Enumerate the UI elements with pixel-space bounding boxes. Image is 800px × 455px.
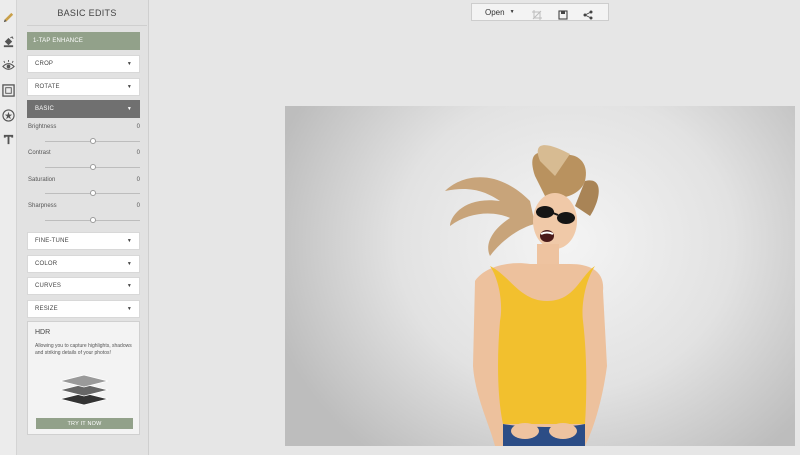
- slider-name: Saturation: [28, 177, 56, 183]
- section-label: RESIZE: [35, 306, 58, 312]
- hdr-title: HDR: [35, 329, 51, 336]
- slider-thumb[interactable]: [89, 190, 96, 196]
- top-toolbar: Open ▼: [471, 3, 609, 21]
- one-tap-enhance-button[interactable]: 1-TAP ENHANCE: [27, 32, 140, 50]
- share-icon[interactable]: [583, 7, 593, 20]
- saturation-label: Saturation 0: [28, 177, 140, 183]
- section-crop[interactable]: CROP ▼: [27, 55, 140, 73]
- slider-name: Brightness: [28, 124, 57, 130]
- sharpness-slider[interactable]: [45, 217, 140, 223]
- try-it-now-button[interactable]: TRY IT NOW: [36, 418, 133, 429]
- tool-rail: [0, 0, 17, 455]
- slider-value: 0: [136, 203, 140, 209]
- section-label: CURVES: [35, 283, 62, 289]
- hdr-promo: HDR Allowing you to capture highlights, …: [27, 321, 140, 435]
- open-label: Open: [485, 7, 505, 17]
- chevron-down-icon: ▼: [126, 261, 132, 267]
- section-label: FINE-TUNE: [35, 238, 69, 244]
- photo-canvas[interactable]: [285, 106, 795, 446]
- section-label: COLOR: [35, 261, 58, 267]
- panel-title: BASIC EDITS: [27, 0, 147, 26]
- chevron-down-icon: ▼: [509, 9, 515, 15]
- star-icon[interactable]: [1, 108, 16, 123]
- chevron-down-icon: ▼: [126, 84, 132, 90]
- crop-icon[interactable]: [532, 7, 542, 20]
- slider-thumb[interactable]: [89, 217, 96, 223]
- section-color[interactable]: COLOR ▼: [27, 255, 140, 273]
- pencil-icon[interactable]: [1, 10, 16, 25]
- open-button[interactable]: Open ▼: [485, 4, 515, 20]
- basic-edits-panel: BASIC EDITS 1-TAP ENHANCE CROP ▼ ROTATE …: [17, 0, 149, 455]
- chevron-down-icon: ▼: [126, 106, 132, 112]
- chevron-down-icon: ▼: [126, 306, 132, 312]
- save-icon[interactable]: [558, 7, 568, 20]
- section-label: BASIC: [35, 106, 55, 112]
- text-icon[interactable]: [1, 132, 16, 147]
- chevron-down-icon: ▼: [126, 238, 132, 244]
- eye-icon[interactable]: [1, 59, 16, 74]
- section-rotate[interactable]: ROTATE ▼: [27, 78, 140, 96]
- hdr-description: Allowing you to capture highlights, shad…: [35, 343, 132, 356]
- slider-name: Sharpness: [28, 203, 57, 209]
- contrast-slider[interactable]: [45, 164, 140, 170]
- slider-value: 0: [136, 124, 140, 130]
- section-label: CROP: [35, 61, 54, 67]
- slider-value: 0: [136, 150, 140, 156]
- slider-name: Contrast: [28, 150, 51, 156]
- layers-icon: [56, 369, 112, 409]
- chevron-down-icon: ▼: [126, 61, 132, 67]
- contrast-label: Contrast 0: [28, 150, 140, 156]
- section-fine-tune[interactable]: FINE-TUNE ▼: [27, 232, 140, 250]
- slider-thumb[interactable]: [89, 164, 96, 170]
- section-label: ROTATE: [35, 84, 60, 90]
- chevron-down-icon: ▼: [126, 283, 132, 289]
- slider-value: 0: [136, 177, 140, 183]
- sharpness-label: Sharpness 0: [28, 203, 140, 209]
- saturation-slider[interactable]: [45, 190, 140, 196]
- section-basic[interactable]: BASIC ▼: [27, 100, 140, 118]
- frame-icon[interactable]: [1, 83, 16, 98]
- paint-bucket-icon[interactable]: [1, 35, 16, 50]
- section-resize[interactable]: RESIZE ▼: [27, 300, 140, 318]
- slider-thumb[interactable]: [89, 138, 96, 144]
- section-curves[interactable]: CURVES ▼: [27, 277, 140, 295]
- brightness-slider[interactable]: [45, 138, 140, 144]
- brightness-label: Brightness 0: [28, 124, 140, 130]
- photo-woman-sunglasses: [445, 145, 607, 446]
